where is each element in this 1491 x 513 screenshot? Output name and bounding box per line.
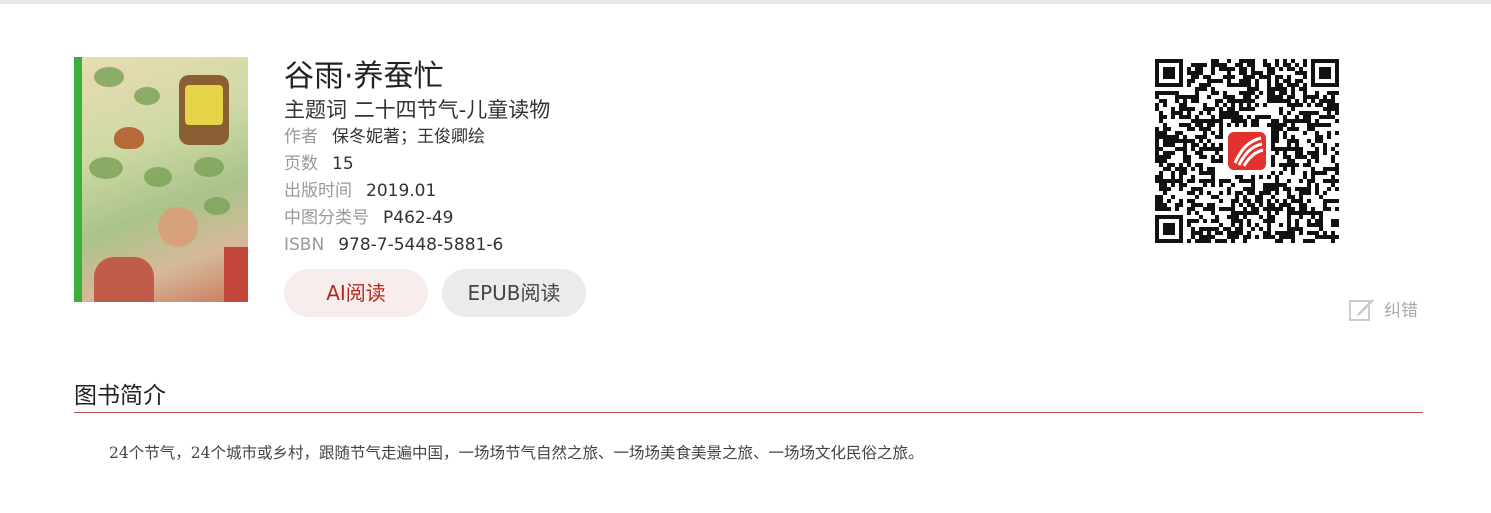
meta-value: 保冬妮著；王俊卿绘 (332, 127, 485, 147)
book-introduction: 24个节气，24个城市或乡村，跟随节气走遍中国，一场场节气自然之旅、一场场美食美… (109, 444, 924, 462)
cover-leaf (144, 167, 172, 187)
read-buttons: AI阅读 EPUB阅读 (284, 269, 586, 317)
report-error-button[interactable]: 纠错 (1348, 296, 1418, 322)
cover-title-badge (179, 75, 229, 145)
meta-value: 978-7-5448-5881-6 (338, 235, 504, 255)
cover-decoration (224, 247, 248, 302)
cover-leaf (194, 157, 224, 177)
meta-row-author: 作者 保冬妮著；王俊卿绘 (284, 124, 586, 151)
book-info: 谷雨·养蚕忙 主题词 二十四节气-儿童读物 作者 保冬妮著；王俊卿绘 页数 15 出… (284, 58, 586, 317)
subject-value: 二十四节气-儿童读物 (353, 98, 551, 122)
report-error-label: 纠错 (1384, 301, 1418, 321)
section-title: 图书简介 (74, 383, 166, 409)
meta-label: ISBN (284, 235, 325, 255)
meta-row-publish-date: 出版时间 2019.01 (284, 178, 586, 205)
meta-label: 出版时间 (284, 181, 352, 201)
epub-read-button[interactable]: EPUB阅读 (442, 269, 586, 317)
cover-leaf (94, 67, 124, 87)
meta-value: P462-49 (383, 208, 454, 228)
meta-value: 15 (332, 154, 354, 174)
cover-figure (158, 207, 198, 247)
meta-row-isbn: ISBN 978-7-5448-5881-6 (284, 232, 586, 259)
cover-decoration (94, 257, 154, 302)
top-border (0, 0, 1491, 4)
subject-label: 主题词 (284, 98, 347, 122)
edit-icon (1349, 299, 1374, 321)
meta-row-classification: 中图分类号 P462-49 (284, 205, 586, 232)
ai-read-button[interactable]: AI阅读 (284, 269, 428, 317)
cover-spine (74, 57, 82, 302)
cover-leaf (204, 197, 230, 215)
section-divider (74, 412, 1423, 413)
book-subject: 主题词 二十四节气-儿童读物 (284, 96, 586, 124)
meta-row-pages: 页数 15 (284, 151, 586, 178)
book-cover-image (74, 57, 248, 302)
cover-leaf (134, 87, 160, 105)
meta-label: 页数 (284, 154, 318, 174)
cover-bird (114, 127, 144, 149)
meta-value: 2019.01 (366, 181, 437, 201)
cover-leaf (89, 157, 123, 179)
qr-code-image (1155, 59, 1339, 243)
qr-code (1155, 59, 1339, 243)
book-title: 谷雨·养蚕忙 (284, 59, 444, 94)
meta-label: 作者 (284, 127, 318, 147)
meta-label: 中图分类号 (284, 208, 369, 228)
